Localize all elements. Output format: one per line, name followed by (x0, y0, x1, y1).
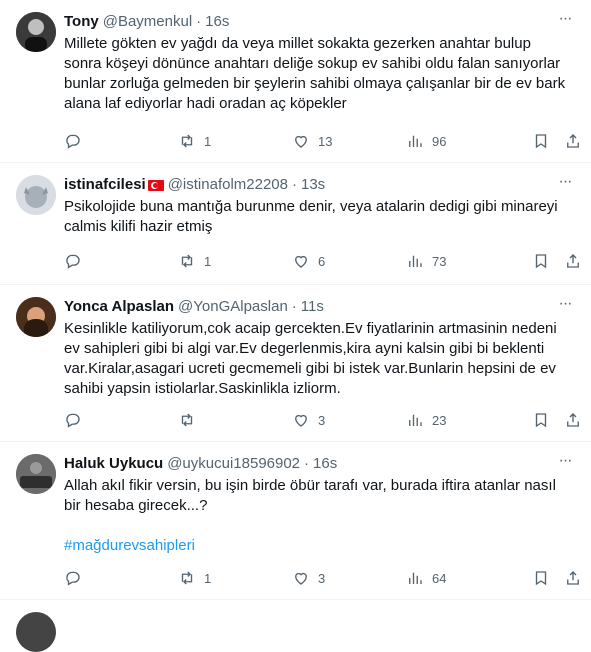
repost-icon (181, 254, 193, 268)
tweet[interactable] (0, 600, 591, 652)
like-count: 6 (318, 253, 326, 269)
repost-button[interactable]: 1 (178, 131, 211, 151)
like-button[interactable]: 3 (292, 410, 325, 430)
views-button[interactable]: 64 (406, 568, 446, 588)
repost-icon (181, 134, 193, 148)
repost-icon (181, 571, 193, 585)
timestamp[interactable]: 16s (205, 12, 229, 32)
bookmark-icon (535, 254, 547, 269)
views-button[interactable]: 96 (406, 131, 446, 151)
reply-icon (66, 254, 80, 269)
more-icon[interactable]: ··· (555, 174, 575, 195)
reply-icon (66, 571, 80, 586)
share-icon (567, 134, 579, 148)
reply-button[interactable] (64, 131, 82, 151)
views-count: 23 (432, 412, 447, 428)
bookmark-icon (535, 413, 547, 428)
timestamp[interactable]: 13s (301, 175, 325, 195)
tweet[interactable]: Tony @Baymenkul · 16s ··· Millete gökten… (0, 0, 591, 163)
like-count: 3 (318, 412, 326, 428)
more-icon[interactable]: ··· (555, 11, 575, 32)
views-count: 96 (432, 133, 447, 149)
avatar[interactable] (16, 297, 56, 337)
like-count: 3 (318, 570, 326, 586)
bookmark-icon (535, 134, 547, 149)
like-button[interactable]: 13 (292, 131, 332, 151)
views-count: 73 (432, 253, 447, 269)
reply-button[interactable] (64, 410, 82, 430)
like-count: 13 (318, 133, 333, 149)
repost-icon (181, 413, 193, 427)
more-icon[interactable]: ··· (555, 296, 575, 317)
timestamp[interactable]: 16s (313, 454, 337, 474)
views-button[interactable]: 73 (406, 251, 446, 271)
separator-dot: · (292, 176, 297, 193)
share-icon (567, 571, 579, 585)
separator-dot: · (291, 298, 297, 315)
more-icon[interactable]: ··· (555, 453, 575, 474)
reply-icon (66, 413, 80, 428)
repost-button[interactable]: 1 (178, 568, 211, 588)
share-icon (567, 254, 579, 268)
repost-button[interactable]: 1 (178, 251, 211, 271)
repost-count: 1 (204, 253, 212, 269)
tweet-text: Millete gökten ev yağdı da veya millet s… (64, 35, 566, 112)
tweet[interactable]: Yonca Alpaslan @YonGAlpaslan · 11s ··· K… (0, 285, 591, 442)
avatar[interactable] (16, 175, 56, 215)
tweet[interactable]: Haluk Uykucu @uykucui18596902 · 16s ··· … (0, 442, 591, 600)
hashtag-link[interactable]: #mağdurevsahipleri (64, 536, 575, 556)
action-bar: 1 3 64 (64, 568, 591, 588)
timestamp[interactable]: 11s (301, 297, 324, 317)
bookmark-icon (535, 571, 547, 586)
avatar[interactable] (16, 454, 56, 494)
repost-count: 1 (204, 133, 212, 149)
author-handle[interactable]: @uykucui18596902 (167, 454, 300, 474)
repost-count: 1 (204, 570, 212, 586)
views-count: 64 (432, 570, 447, 586)
author-name[interactable]: Yonca Alpaslan (64, 297, 174, 317)
like-button[interactable]: 6 (292, 251, 325, 271)
reply-button[interactable] (64, 568, 82, 588)
tweet[interactable]: istinafcilesi @istinafolm22208 · 13s ···… (0, 163, 591, 285)
bookmark-button[interactable] (532, 131, 550, 151)
bookmark-button[interactable] (532, 251, 550, 271)
like-button[interactable]: 3 (292, 568, 325, 588)
views-icon (409, 135, 422, 147)
like-icon (295, 255, 307, 268)
bookmark-button[interactable] (532, 568, 550, 588)
tweet-text: Allah akıl fikir versin, bu işin birde ö… (64, 477, 556, 514)
views-icon (409, 572, 422, 584)
turkey-flag-icon (147, 179, 164, 191)
avatar[interactable] (16, 12, 56, 52)
author-name[interactable]: Tony (64, 12, 99, 32)
views-button[interactable]: 23 (406, 410, 446, 430)
author-name[interactable]: istinafcilesi (64, 175, 146, 195)
share-button[interactable] (564, 568, 582, 588)
share-button[interactable] (564, 410, 582, 430)
share-button[interactable] (564, 251, 582, 271)
avatar[interactable] (16, 612, 56, 652)
author-handle[interactable]: @Baymenkul (103, 12, 192, 32)
share-icon (567, 413, 579, 427)
author-name[interactable]: Haluk Uykucu (64, 454, 163, 474)
action-bar: 1 13 96 (64, 131, 591, 151)
tweet-text: Kesinlikle katiliyorum,cok acaip gercekt… (64, 320, 557, 397)
reply-icon (66, 134, 80, 149)
views-icon (409, 414, 422, 426)
views-icon (409, 255, 422, 267)
action-bar: 1 6 73 (64, 251, 591, 271)
like-icon (295, 572, 307, 585)
author-handle[interactable]: @istinafolm22208 (168, 175, 288, 195)
author-handle[interactable]: @YonGAlpaslan (178, 297, 288, 317)
like-icon (295, 414, 307, 427)
share-button[interactable] (564, 131, 582, 151)
repost-button[interactable] (178, 410, 204, 430)
tweet-text: Psikolojide buna mantığa burunme denir, … (64, 198, 558, 235)
like-icon (295, 135, 307, 148)
action-bar: 3 23 (64, 410, 591, 430)
separator-dot: · (196, 13, 202, 30)
reply-button[interactable] (64, 251, 82, 271)
bookmark-button[interactable] (532, 410, 550, 430)
separator-dot: · (304, 455, 310, 472)
